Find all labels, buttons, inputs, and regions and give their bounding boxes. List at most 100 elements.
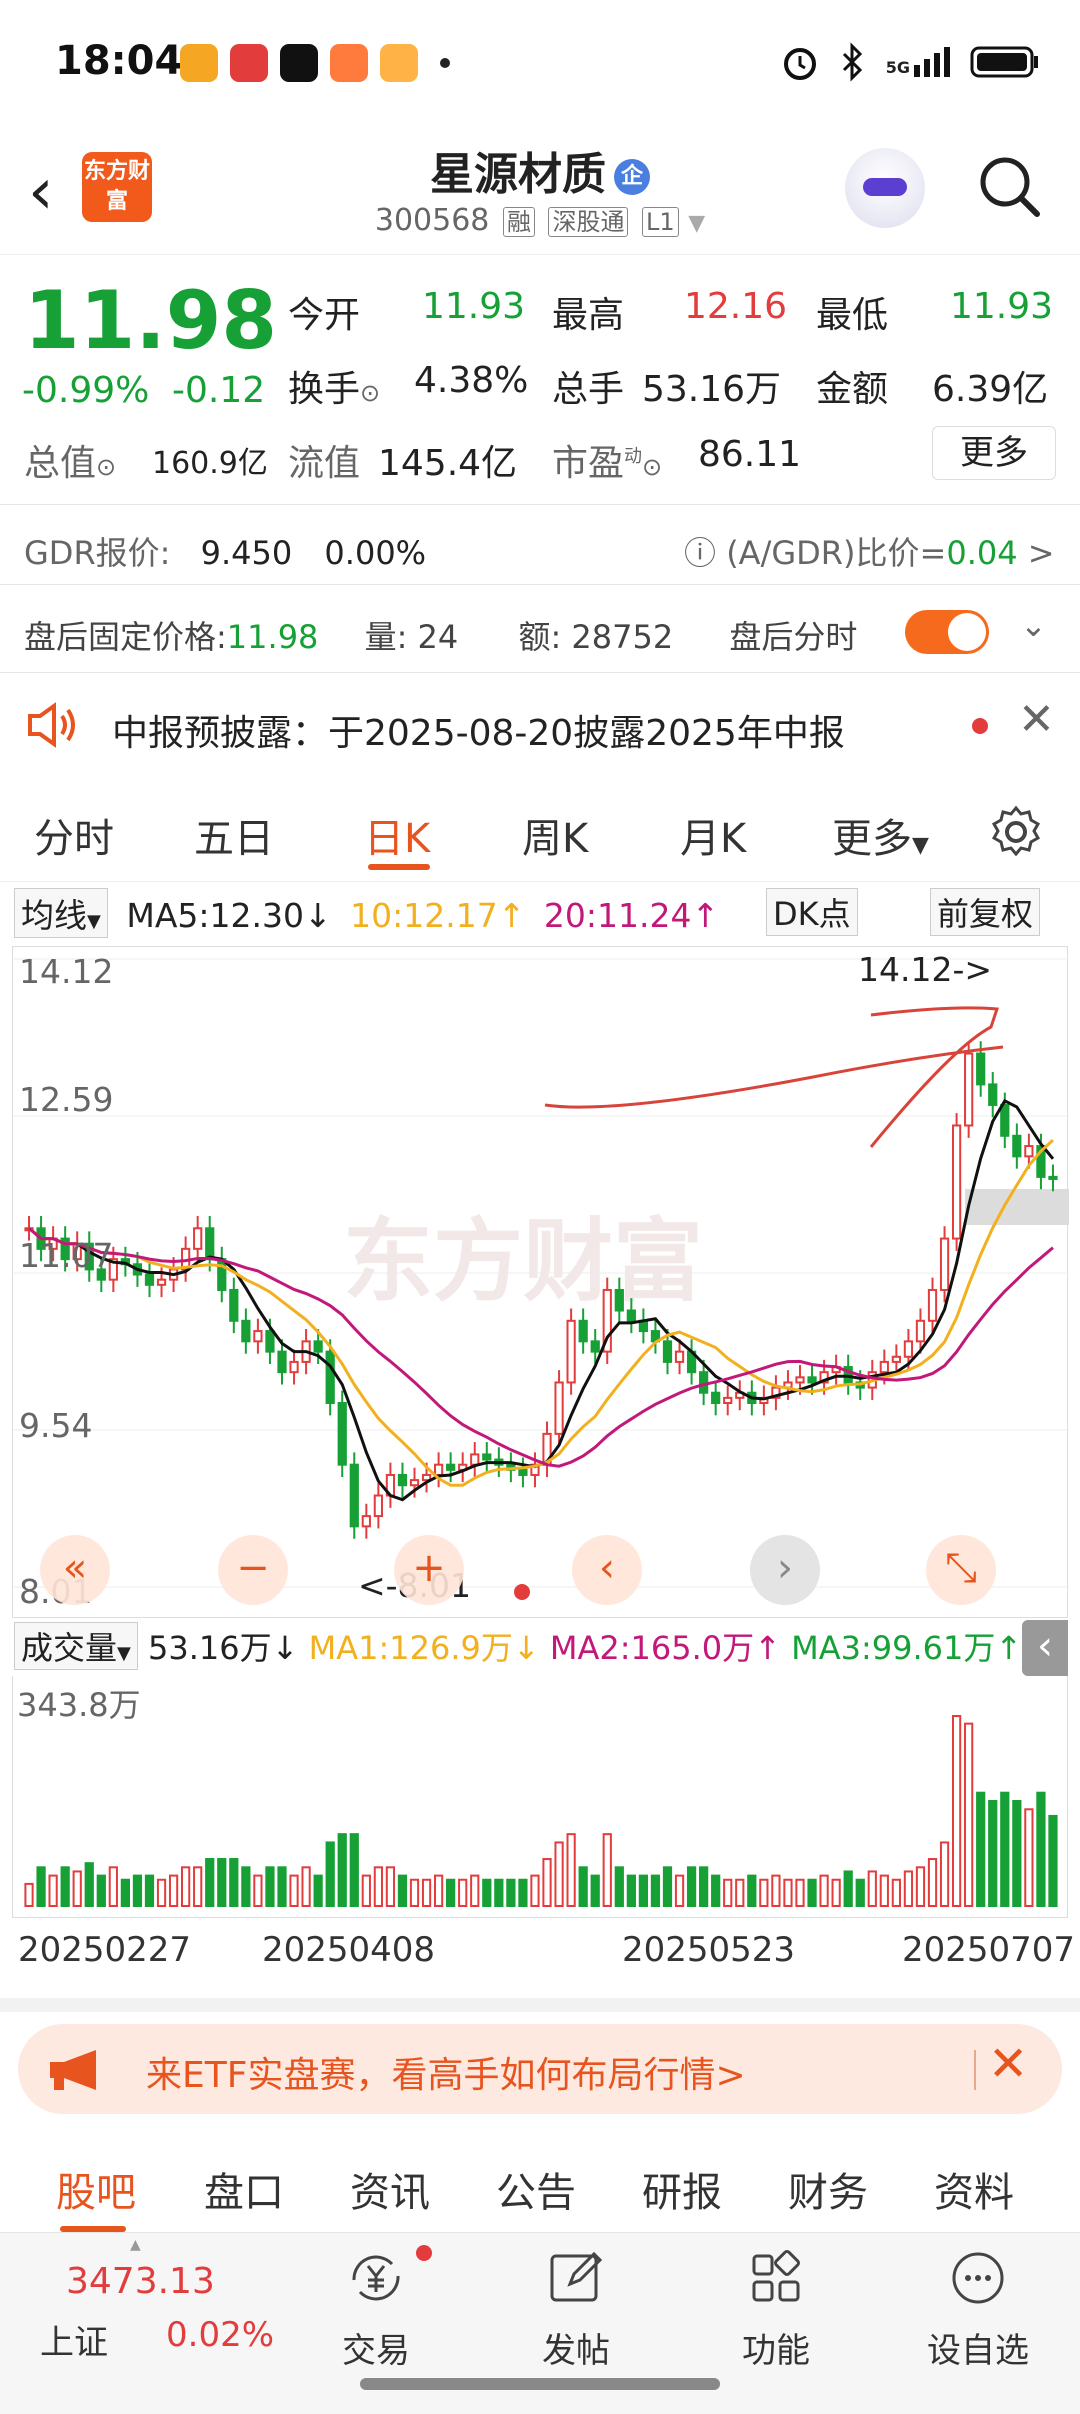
- tab-news[interactable]: 资讯: [350, 2160, 430, 2218]
- current-price-band: [965, 1189, 1069, 1225]
- volume-bar: [193, 1866, 203, 1907]
- volume-bar: [217, 1858, 227, 1907]
- tab-weekly-k[interactable]: 周K: [522, 806, 588, 864]
- volume-bar: [84, 1862, 94, 1907]
- index-name[interactable]: 上证: [40, 2315, 108, 2364]
- index-pct[interactable]: 0.02%: [166, 2315, 274, 2355]
- fullscreen-icon[interactable]: ⤡: [926, 1535, 996, 1605]
- notice-text: 中报预披露：于2025-08-20披露2025年中报: [112, 713, 845, 754]
- tiktok-icon: [280, 44, 318, 82]
- volume-bar: [241, 1866, 251, 1907]
- candle: [241, 1319, 251, 1343]
- scroll-left-far-icon[interactable]: «: [40, 1535, 110, 1605]
- volume-bar: [711, 1874, 721, 1907]
- info-icon[interactable]: ⊙: [96, 453, 116, 481]
- divider: [0, 1998, 1080, 2012]
- current-price: 11.98: [24, 274, 278, 367]
- price-axis-label: 9.54: [19, 1406, 92, 1445]
- home-indicator[interactable]: [360, 2378, 720, 2390]
- more-notifications-dot: [440, 58, 450, 68]
- tab-daily-k[interactable]: 日K: [364, 806, 430, 864]
- after-hours-label: 盘后固定价格:: [24, 618, 227, 656]
- volume-bar: [156, 1878, 167, 1907]
- kline-chart[interactable]: 东方财富 14.12 12.59 11.07 9.54 8.01 14.12->…: [12, 946, 1069, 1619]
- candle: [927, 1288, 938, 1322]
- notice-bar[interactable]: 中报预披露：于2025-08-20披露2025年中报 ✕: [0, 678, 1080, 772]
- settings-gear-icon[interactable]: [988, 804, 1044, 860]
- adjust-selector[interactable]: 前复权: [930, 888, 1041, 936]
- volume-bar: [867, 1870, 877, 1907]
- volume-bar: [120, 1878, 131, 1907]
- etf-banner[interactable]: 来ETF实盘赛，看高手如何布局行情> ✕: [18, 2024, 1062, 2114]
- candle: [1012, 1134, 1022, 1158]
- date-label: 20250523: [622, 1930, 796, 1970]
- ma-selector[interactable]: 均线▼: [14, 888, 108, 938]
- info-icon[interactable]: ⊙: [642, 453, 662, 481]
- collapse-panel-icon[interactable]: ‹: [1022, 1620, 1068, 1676]
- zoom-in-icon[interactable]: +: [394, 1535, 464, 1605]
- tab-profile[interactable]: 资料: [934, 2160, 1014, 2218]
- more-button[interactable]: 更多: [932, 426, 1056, 480]
- candle: [674, 1350, 685, 1363]
- high-value: 12.16: [684, 286, 788, 327]
- volume-chart[interactable]: 343.8万: [12, 1676, 1068, 1918]
- tab-more[interactable]: 更多▼: [832, 806, 929, 864]
- speaker-icon: [28, 702, 75, 748]
- tab-research[interactable]: 研报: [642, 2160, 722, 2218]
- candle: [988, 1083, 998, 1106]
- volume-selector[interactable]: 成交量▼: [14, 1622, 138, 1670]
- volume-bar: [879, 1874, 889, 1907]
- tab-more-label: 更多: [832, 816, 912, 862]
- search-icon[interactable]: [975, 152, 1045, 222]
- app-notification-icon: [230, 44, 268, 82]
- volume-svg[interactable]: 343.8万: [13, 1676, 1069, 1918]
- candle: [891, 1355, 901, 1363]
- functions-button[interactable]: 功能: [706, 2243, 846, 2372]
- after-hours-toggle[interactable]: [905, 610, 989, 654]
- volume-bar: [1048, 1814, 1058, 1908]
- tab-timeshare[interactable]: 分时: [34, 806, 114, 864]
- chevron-down-icon[interactable]: ⌄: [1020, 606, 1047, 644]
- post-button[interactable]: 发帖: [506, 2243, 646, 2372]
- info-icon[interactable]: ⊙: [360, 379, 380, 407]
- chevron-left-icon[interactable]: ‹: [572, 1535, 642, 1605]
- candle: [915, 1319, 926, 1343]
- float-label: 流值: [288, 443, 361, 484]
- gdr-ratio[interactable]: ⓘ (A/GDR)比价=0.04 >: [684, 528, 1055, 574]
- ma5-value: MA5:12.30: [126, 896, 304, 935]
- close-icon[interactable]: ✕: [1018, 694, 1055, 745]
- zoom-out-icon[interactable]: −: [218, 1535, 288, 1605]
- volume-bar: [337, 1833, 347, 1907]
- dk-point-selector[interactable]: DK点: [766, 888, 858, 936]
- low-value: 11.93: [950, 286, 1054, 327]
- help-icon[interactable]: ⓘ: [684, 534, 716, 572]
- kline-svg[interactable]: 东方财富 14.12 12.59 11.07 9.54 8.01 14.12->…: [13, 947, 1069, 1619]
- tab-monthly-k[interactable]: 月K: [680, 806, 746, 864]
- price-axis-label: 12.59: [19, 1080, 113, 1119]
- chart-tabs: 分时 五日 日K 周K 月K 更多▼: [0, 778, 1080, 882]
- volume-bar: [48, 1874, 58, 1907]
- ma-selector-label: 均线: [21, 896, 87, 935]
- turnover-label: 换手: [288, 369, 361, 410]
- chevron-right-icon[interactable]: ›: [750, 1535, 820, 1605]
- after-hours-timeshare-label: 盘后分时: [729, 618, 858, 656]
- market-cap-label: 总值: [24, 443, 97, 484]
- trade-button[interactable]: 交易: [306, 2243, 446, 2372]
- tab-announcements[interactable]: 公告: [496, 2160, 576, 2218]
- low-label: 最低: [816, 295, 889, 336]
- index-value[interactable]: 3473.13: [66, 2261, 215, 2302]
- volume-bar: [783, 1878, 793, 1907]
- open-value: 11.93: [422, 286, 526, 327]
- tab-financials[interactable]: 财务: [788, 2160, 868, 2218]
- tab-five-day[interactable]: 五日: [194, 806, 274, 864]
- stock-name: 星源材质: [430, 149, 606, 200]
- volume-bar: [36, 1866, 46, 1907]
- ma10-arrow: ↑: [497, 896, 526, 935]
- dk-point-label: DK点: [766, 888, 858, 936]
- tab-order-book[interactable]: 盘口: [204, 2160, 284, 2218]
- bottom-tabs: 股吧 盘口 资讯 公告 研报 财务 资料: [0, 2140, 1080, 2232]
- add-watchlist-button[interactable]: 设自选: [908, 2243, 1048, 2372]
- close-icon[interactable]: ✕: [988, 2036, 1028, 2092]
- tab-forum[interactable]: 股吧: [56, 2160, 136, 2218]
- robot-assistant-icon[interactable]: [845, 148, 925, 228]
